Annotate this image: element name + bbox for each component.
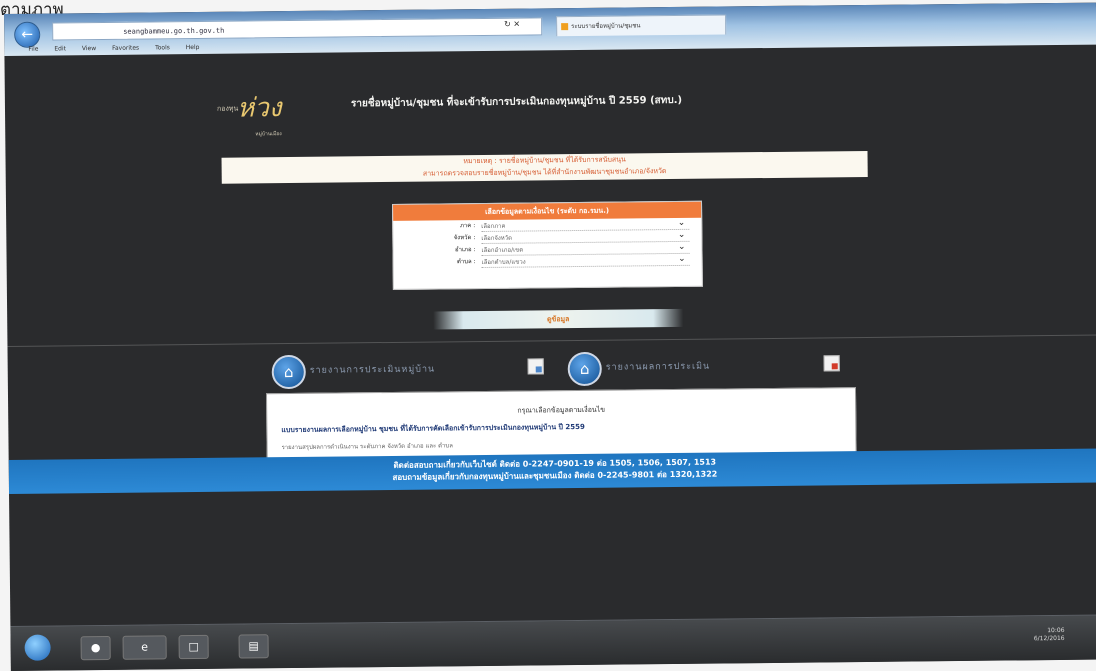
document-app-icon[interactable]: ▤ — [238, 634, 269, 659]
menu-help[interactable]: Help — [186, 44, 200, 51]
select-value: เลือกภาค — [481, 222, 506, 231]
chevron-down-icon: ⌄ — [677, 241, 686, 252]
tab-label: ระบบรายชื่อหมู่บ้าน/ชุมชน — [571, 22, 641, 31]
internet-explorer-icon[interactable]: e — [122, 635, 167, 660]
filter-row-subdistrict: ตำบล : เลือกตำบล/แขวง ⌄ — [394, 254, 702, 269]
logo-top-text: กองทุน — [216, 104, 239, 113]
folder-icon[interactable]: □ — [178, 634, 209, 660]
nav-link-village-report[interactable]: รายงานการประเมินหมู่บ้าน — [310, 362, 436, 377]
media-player-icon[interactable]: ● — [80, 635, 111, 661]
pdf-icon[interactable] — [823, 355, 840, 372]
subdistrict-select[interactable]: เลือกตำบล/แขวง ⌄ — [481, 253, 690, 269]
logo-sub-text: หมู่บ้านเมือง — [255, 131, 282, 138]
menu-tools[interactable]: Tools — [155, 44, 170, 51]
chevron-down-icon: ⌄ — [677, 217, 686, 228]
report-link[interactable]: แบบรายงานผลการเลือกหมู่บ้าน ชุมชน ที่ได้… — [281, 419, 855, 436]
menu-file[interactable]: File — [28, 46, 38, 53]
filter-label: จังหวัด : — [453, 234, 476, 242]
filter-label: ภาค : — [459, 222, 476, 230]
refresh-icon[interactable]: ↻ ✕ — [504, 20, 520, 29]
select-value: เลือกอำเภอ/เขต — [481, 246, 524, 255]
filter-form: เลือกข้อมูลตามเงื่อนไข (ระดับ กอ.รมน.) ภ… — [392, 200, 703, 290]
menu-favorites[interactable]: Favorites — [112, 45, 139, 52]
select-value: เลือกตำบล/แขวง — [481, 258, 526, 267]
favicon-icon — [561, 23, 569, 31]
home-icon[interactable]: ⌂ — [567, 351, 602, 387]
chevron-down-icon: ⌄ — [678, 253, 686, 264]
site-logo[interactable]: กองทุน ห่วง หมู่บ้านเมือง — [215, 88, 349, 137]
select-value: เลือกจังหวัด — [481, 234, 513, 243]
monitor-screen: ← seangbammeu.go.th.gov.th ↻ ✕ ระบบรายชื… — [4, 2, 1096, 671]
filter-label: อำเภอ : — [454, 246, 476, 254]
clock-date: 6/12/2016 — [1033, 634, 1065, 643]
menu-view[interactable]: View — [82, 45, 96, 52]
footer-contact: ติดต่อสอบถามเกี่ยวกับเว็บไซต์ ติดต่อ 0-2… — [8, 448, 1096, 494]
browser-tab[interactable]: ระบบรายชื่อหมู่บ้าน/ชุมชน — [556, 14, 727, 37]
document-icon[interactable] — [527, 358, 544, 375]
nav-link-result-report[interactable]: รายงานผลการประเมิน — [606, 359, 711, 374]
address-bar[interactable]: seangbammeu.go.th.gov.th — [52, 17, 543, 41]
start-button[interactable] — [24, 634, 51, 661]
page-title: รายชื่อหมู่บ้าน/ชุมชน ที่จะเข้ารับการประ… — [350, 94, 683, 110]
info-subtext: รายงานสรุปผลการดำเนินงาน ระดับภาค จังหวั… — [281, 442, 453, 452]
chevron-down-icon: ⌄ — [677, 229, 686, 240]
menu-edit[interactable]: Edit — [54, 45, 66, 52]
notice-banner: หมายเหตุ : รายชื่อหมู่บ้าน/ชุมชน ที่ได้ร… — [221, 150, 868, 184]
filter-label: ตำบล : — [456, 258, 476, 266]
web-page: กองทุน ห่วง หมู่บ้านเมือง รายชื่อหมู่บ้า… — [4, 45, 1096, 626]
info-heading: กรุณาเลือกข้อมูลตามเงื่อนไข — [517, 405, 606, 415]
system-clock[interactable]: 10:06 6/12/2016 — [1034, 627, 1065, 643]
search-button[interactable]: ดูข้อมูล — [433, 308, 684, 330]
divider — [7, 334, 1096, 347]
home-icon[interactable]: ⌂ — [271, 354, 306, 390]
